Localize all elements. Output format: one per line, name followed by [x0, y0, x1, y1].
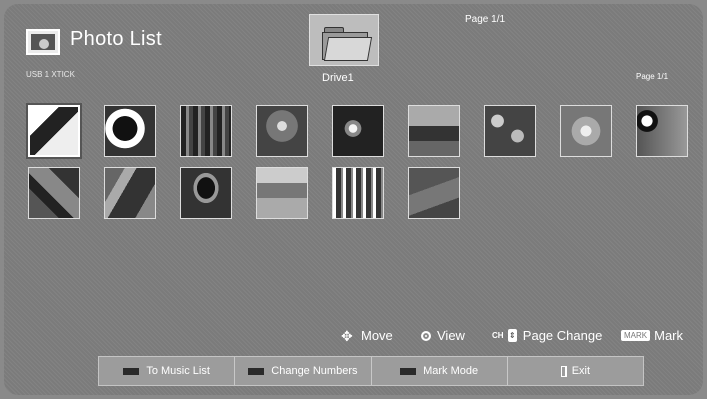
photo-thumbnail[interactable]: [560, 105, 612, 157]
mark-hint: MARK Mark: [621, 328, 683, 343]
footer-bar: To Music List Change Numbers Mark Mode E…: [98, 356, 644, 386]
color-key-icon: [248, 367, 265, 375]
view-hint: View: [421, 328, 465, 343]
photo-list-screen: Photo List USB 1 XTICK Drive1 Page 1/1 P…: [4, 4, 703, 395]
photo-thumbnail[interactable]: [28, 105, 80, 157]
photo-thumbnail[interactable]: [484, 105, 536, 157]
move-label: Move: [361, 328, 393, 343]
exit-button[interactable]: Exit: [508, 357, 643, 385]
ch-label: CH: [492, 331, 504, 340]
to-music-list-label: To Music List: [146, 365, 210, 377]
device-label: USB 1 XTICK: [26, 70, 75, 79]
move-hint: Move: [341, 328, 393, 343]
drive-label: Drive1: [322, 72, 354, 84]
mark-mode-button[interactable]: Mark Mode: [372, 357, 508, 385]
to-music-list-button[interactable]: To Music List: [99, 357, 236, 385]
page-indicator-top: Page 1/1: [465, 14, 506, 25]
photo-thumbnail[interactable]: [104, 167, 156, 219]
exit-icon: [560, 365, 567, 377]
page-indicator: Page 1/1: [636, 72, 669, 81]
mark-mode-label: Mark Mode: [423, 365, 479, 377]
photo-icon: [26, 29, 60, 55]
view-label: View: [437, 328, 465, 343]
photo-thumbnail[interactable]: [332, 105, 384, 157]
photo-thumbnail[interactable]: [256, 167, 308, 219]
color-key-icon: [400, 367, 417, 375]
channel-icon: CH ⇕: [492, 329, 517, 342]
photo-thumbnail[interactable]: [104, 105, 156, 157]
ok-button-icon: [421, 330, 431, 341]
photo-thumbnail[interactable]: [636, 105, 688, 157]
control-hints: Move View CH ⇕ Page Change MARK Mark: [4, 328, 703, 344]
header: Photo List USB 1 XTICK Drive1 Page 1/1 P…: [4, 4, 703, 89]
exit-label: Exit: [571, 365, 591, 377]
photo-thumbnail[interactable]: [28, 167, 80, 219]
change-numbers-label: Change Numbers: [271, 365, 358, 377]
photo-thumbnail[interactable]: [332, 167, 384, 219]
move-icon: [341, 329, 355, 343]
color-key-icon: [123, 367, 140, 375]
page-title: Photo List: [70, 28, 162, 50]
photo-thumbnail[interactable]: [256, 105, 308, 157]
folder-icon[interactable]: [309, 14, 379, 66]
mark-icon: MARK: [621, 330, 651, 341]
photo-thumbnail[interactable]: [180, 167, 232, 219]
change-numbers-button[interactable]: Change Numbers: [235, 357, 372, 385]
photo-thumbnail[interactable]: [408, 167, 460, 219]
photo-thumbnail[interactable]: [180, 105, 232, 157]
page-change-label: Page Change: [522, 328, 603, 343]
page-change-hint: CH ⇕ Page Change: [492, 328, 602, 343]
photo-thumbnail[interactable]: [408, 105, 460, 157]
mark-label: Mark: [654, 328, 684, 343]
